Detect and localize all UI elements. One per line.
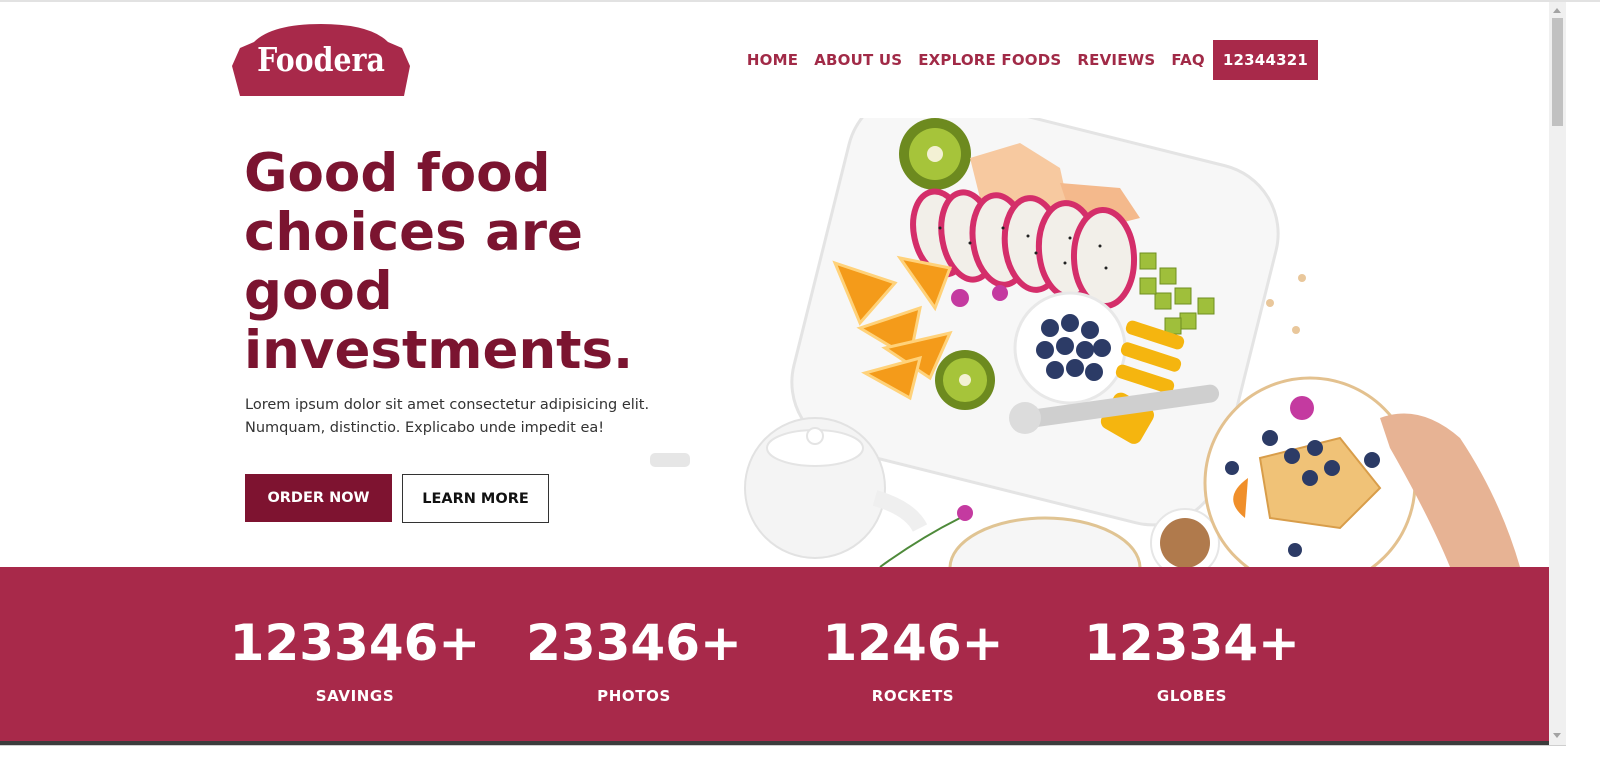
vertical-scrollbar[interactable]	[1549, 2, 1566, 745]
hero-title: Good food choices are good investments.	[244, 143, 634, 381]
stat-value: 23346+	[526, 614, 742, 672]
stats-band: 123346+ SAVINGS 23346+ PHOTOS 1246+ ROCK…	[0, 567, 1549, 741]
window-top-border	[0, 0, 1600, 2]
stat-label: GLOBES	[1156, 687, 1228, 705]
nav-explore-foods[interactable]: EXPLORE FOODS	[918, 51, 1061, 69]
learn-more-button[interactable]: LEARN MORE	[402, 474, 549, 523]
stat-value: 1246+	[822, 614, 1004, 672]
stat-photos: 23346+ PHOTOS	[504, 617, 764, 705]
stat-label: ROCKETS	[871, 687, 955, 705]
stat-rockets: 1246+ ROCKETS	[783, 617, 1043, 705]
foodera-logo[interactable]: Foodera	[232, 22, 410, 98]
main-nav: HOME ABOUT US EXPLORE FOODS REVIEWS FAQ …	[747, 40, 1318, 80]
stat-globes: 12334+ GLOBES	[1062, 617, 1322, 705]
window-bottom-line	[0, 745, 1566, 746]
nav-home[interactable]: HOME	[747, 51, 798, 69]
logo-text: Foodera	[257, 40, 385, 79]
stat-label: SAVINGS	[315, 687, 395, 705]
nav-reviews[interactable]: REVIEWS	[1077, 51, 1155, 69]
scrollbar-thumb[interactable]	[1552, 18, 1563, 126]
stat-value: 123346+	[229, 614, 481, 672]
nav-about-us[interactable]: ABOUT US	[814, 51, 902, 69]
stat-savings: 123346+ SAVINGS	[225, 617, 485, 705]
phone-button[interactable]: 12344321	[1212, 40, 1318, 80]
nav-faq[interactable]: FAQ	[1171, 51, 1205, 69]
stat-value: 12334+	[1084, 614, 1300, 672]
hero-food-image	[620, 118, 1549, 567]
scroll-up-arrow-icon[interactable]	[1553, 8, 1561, 13]
scroll-down-arrow-icon[interactable]	[1553, 733, 1561, 738]
hero-description: Lorem ipsum dolor sit amet consectetur a…	[245, 397, 650, 436]
order-now-button[interactable]: ORDER NOW	[245, 474, 392, 522]
stat-label: PHOTOS	[597, 687, 671, 705]
